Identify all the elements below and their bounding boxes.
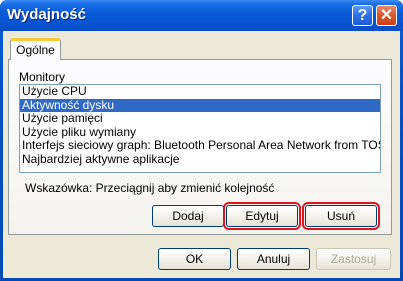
tab-general[interactable]: Ogólne [10,38,61,60]
monitors-list[interactable]: Użycie CPU Aktywność dysku Użycie pamięc… [19,84,381,173]
ok-button[interactable]: OK [158,248,231,270]
title-bar[interactable]: Wydajność ? ✕ [0,0,403,31]
list-item[interactable]: Użycie pamięci [20,112,380,126]
edit-button[interactable]: Edytuj [223,202,301,230]
window-title: Wydajność [7,6,86,23]
help-button[interactable]: ? [352,5,373,26]
apply-button: Zastosuj [316,248,391,270]
dialog-client-area: Ogólne Monitory Użycie CPU Aktywność dys… [3,31,400,278]
list-item[interactable]: Aktywność dysku [20,98,380,112]
dialog-window: Wydajność ? ✕ Ogólne Monitory Użycie CPU… [0,0,403,281]
list-item[interactable]: Użycie pliku wymiany [20,126,380,140]
remove-button[interactable]: Usuń [302,202,380,230]
cancel-button[interactable]: Anuluj [237,248,310,270]
list-item[interactable]: Najbardziej aktywne aplikacje [20,153,380,167]
drag-hint: Wskazówka: Przeciągnij aby zmienić kolej… [25,181,275,195]
list-item[interactable]: Interfejs sieciowy graph: Bluetooth Pers… [20,139,380,153]
add-button[interactable]: Dodaj [152,205,224,227]
close-button[interactable]: ✕ [376,5,397,26]
list-item[interactable]: Użycie CPU [20,85,380,99]
monitors-label: Monitory [19,70,66,84]
